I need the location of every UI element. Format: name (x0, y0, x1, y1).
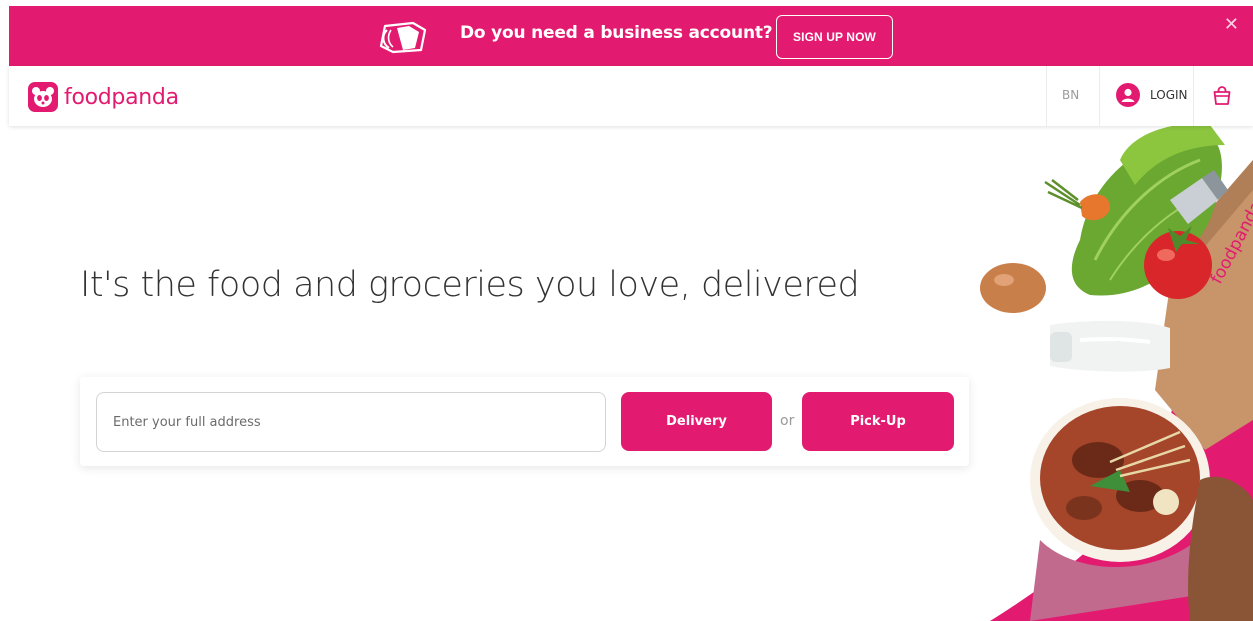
login-button[interactable]: LOGIN (1116, 83, 1188, 107)
hero-headline: It's the food and groceries you love, de… (80, 265, 860, 305)
header-divider (1099, 66, 1100, 126)
food-groceries-illustration: foodpanda (980, 124, 1253, 621)
header-divider (1193, 66, 1194, 126)
site-header: foodpanda BN LOGIN (9, 66, 1253, 126)
business-promo-banner: Do you need a business account? SIGN UP … (9, 6, 1253, 66)
login-label: LOGIN (1150, 88, 1188, 102)
or-separator: or (780, 413, 795, 429)
business-bag-icon (379, 21, 427, 54)
language-switch[interactable]: BN (1062, 88, 1079, 102)
promo-text: Do you need a business account? (460, 23, 773, 43)
delivery-button[interactable]: Delivery (621, 392, 772, 451)
pickup-button[interactable]: Pick-Up (802, 392, 954, 451)
shopping-bag-icon[interactable] (1210, 84, 1234, 108)
brand-name: foodpanda (64, 84, 179, 110)
address-input[interactable] (96, 392, 606, 452)
close-icon[interactable]: ✕ (1224, 16, 1239, 34)
carrot-image (1044, 179, 1110, 221)
user-avatar-icon (1116, 83, 1140, 107)
panda-logo-icon (28, 82, 58, 112)
egg-image (980, 263, 1046, 313)
milk-bottle-image (1050, 320, 1170, 372)
sign-up-now-button[interactable]: SIGN UP NOW (776, 15, 893, 59)
header-divider (1046, 66, 1047, 126)
address-search-card: Delivery or Pick-Up (80, 377, 969, 466)
brand-logo[interactable]: foodpanda (28, 82, 179, 112)
hand-image (1188, 476, 1253, 621)
